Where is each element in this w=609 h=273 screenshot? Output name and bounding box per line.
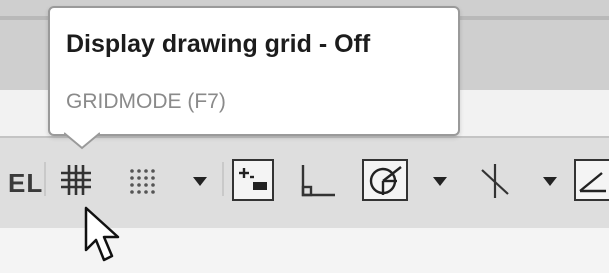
ortho-mode-button[interactable] <box>294 160 340 202</box>
polar-tracking-button[interactable] <box>362 159 408 201</box>
ortho-icon <box>301 165 335 197</box>
screenshot-stage: EL Display drawing grid - Off GRIDMODE (… <box>0 0 609 273</box>
isodraft-button[interactable] <box>474 160 516 202</box>
snap-dropdown-button[interactable] <box>190 172 210 192</box>
tooltip-command: GRIDMODE (F7) <box>66 90 226 113</box>
chevron-down-icon <box>433 177 447 186</box>
tooltip-title: Display drawing grid - Off <box>66 30 371 58</box>
snap-dots-icon <box>130 169 155 194</box>
polar-tracking-icon <box>369 166 402 195</box>
dynamic-input-icon <box>239 168 267 190</box>
partial-statusbar-label[interactable]: EL <box>8 168 43 199</box>
statusbar-separator <box>44 162 46 196</box>
chevron-down-icon <box>193 177 207 186</box>
snap-mode-button[interactable] <box>122 162 162 200</box>
object-snap-icon <box>579 172 606 193</box>
polar-dropdown-button[interactable] <box>430 172 450 192</box>
object-snap-button[interactable] <box>574 159 609 201</box>
statusbar-separator <box>222 162 224 196</box>
grid-button[interactable] <box>52 160 100 200</box>
mouse-cursor-icon <box>84 206 120 262</box>
tooltip: Display drawing grid - Off GRIDMODE (F7) <box>48 6 460 136</box>
dynamic-input-button[interactable] <box>232 159 274 201</box>
chevron-down-icon <box>543 177 557 186</box>
isodraft-icon <box>481 164 509 198</box>
tooltip-pointer <box>64 132 100 150</box>
grid-icon <box>61 165 91 195</box>
isodraft-dropdown-button[interactable] <box>540 172 560 192</box>
